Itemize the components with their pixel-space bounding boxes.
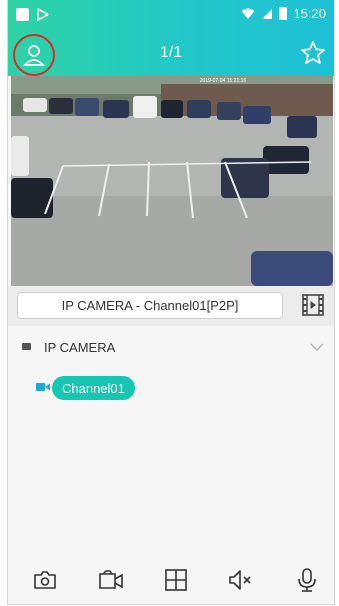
app-frame: 15:20 1/1 2019-07-04 15:21:16 IP CAMERA … bbox=[7, 0, 335, 605]
header: 15:20 1/1 bbox=[8, 0, 334, 76]
device-icon bbox=[22, 343, 31, 350]
status-bar: 15:20 bbox=[8, 0, 334, 28]
notification-square-icon bbox=[16, 8, 29, 21]
camera-feed-image: 2019-07-04 15:21:16 bbox=[11, 76, 333, 286]
wifi-icon bbox=[241, 8, 255, 19]
video-camera-icon[interactable] bbox=[98, 568, 124, 592]
camera-icon[interactable] bbox=[32, 568, 58, 592]
page-indicator: 1/1 bbox=[159, 44, 183, 61]
film-play-icon[interactable] bbox=[301, 293, 325, 317]
chevron-down-icon[interactable] bbox=[310, 340, 324, 354]
device-row[interactable]: IP CAMERA bbox=[8, 334, 334, 362]
signal-icon bbox=[262, 8, 273, 19]
status-time: 15:20 bbox=[293, 6, 326, 21]
bottom-toolbar bbox=[8, 556, 334, 604]
device-list: IP CAMERA Channel01 bbox=[8, 326, 334, 556]
device-name: IP CAMERA bbox=[44, 340, 116, 355]
battery-icon bbox=[279, 7, 288, 20]
app-bar: 1/1 bbox=[8, 28, 334, 76]
camera-timestamp: 2019-07-04 15:21:16 bbox=[200, 78, 247, 84]
speaker-mute-icon[interactable] bbox=[228, 568, 254, 592]
star-icon[interactable] bbox=[300, 40, 326, 66]
grid-icon[interactable] bbox=[163, 568, 189, 592]
play-store-icon bbox=[37, 8, 49, 21]
camera-live-view[interactable]: 2019-07-04 15:21:16 bbox=[11, 76, 333, 286]
video-camera-icon bbox=[36, 383, 50, 391]
channel-label[interactable]: Channel01 bbox=[52, 376, 135, 400]
channel-selector[interactable]: IP CAMERA - Channel01[P2P] bbox=[17, 292, 283, 319]
channel-bar: IP CAMERA - Channel01[P2P] bbox=[8, 286, 334, 327]
microphone-icon[interactable] bbox=[294, 568, 320, 592]
channel-item[interactable]: Channel01 bbox=[8, 374, 334, 404]
